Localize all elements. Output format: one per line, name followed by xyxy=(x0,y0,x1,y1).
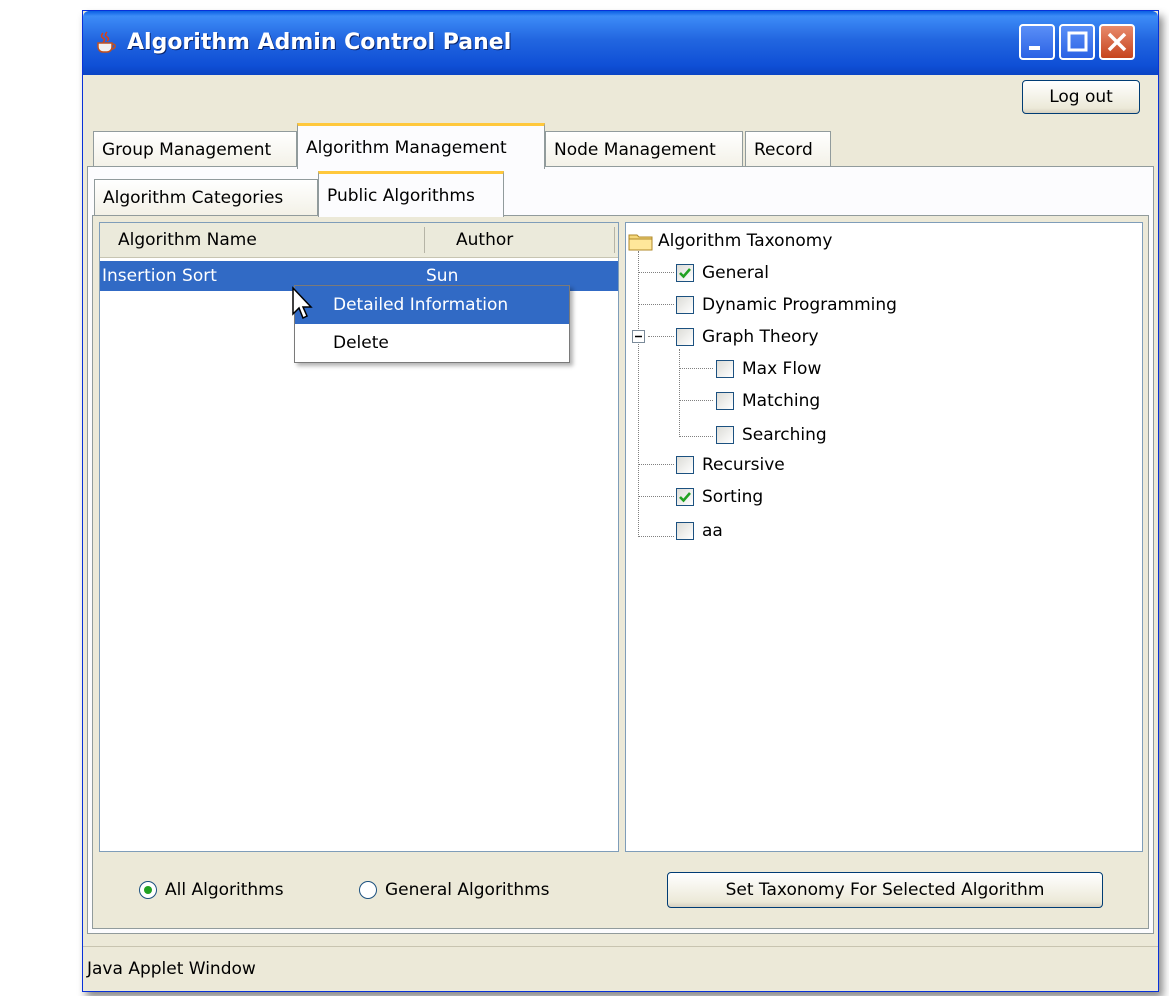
column-divider[interactable] xyxy=(614,227,615,253)
tree-node-label: Max Flow xyxy=(742,359,822,379)
tree-node-label: aa xyxy=(702,521,723,541)
tree-connector xyxy=(638,272,674,273)
checkbox-searching[interactable] xyxy=(716,426,734,444)
mouse-cursor-icon xyxy=(292,286,313,320)
title-bar[interactable]: Algorithm Admin Control Panel xyxy=(83,11,1158,75)
tab-label: Record xyxy=(754,139,813,160)
tree-node-graph-theory[interactable]: Graph Theory xyxy=(676,323,819,351)
tab-node-management[interactable]: Node Management xyxy=(545,131,743,167)
checkbox-max-flow[interactable] xyxy=(716,360,734,378)
tree-node-max-flow[interactable]: Max Flow xyxy=(716,355,821,383)
close-icon xyxy=(1107,32,1127,52)
radio-indicator[interactable] xyxy=(359,881,377,899)
window-title: Algorithm Admin Control Panel xyxy=(127,30,512,55)
column-header-name[interactable]: Algorithm Name xyxy=(118,223,257,257)
logout-label: Log out xyxy=(1049,87,1113,107)
tree-root-label: Algorithm Taxonomy xyxy=(658,231,833,251)
tree-node-recursive[interactable]: Recursive xyxy=(676,451,785,479)
tree-root[interactable]: Algorithm Taxonomy xyxy=(628,227,832,255)
tab-algorithm-categories[interactable]: Algorithm Categories xyxy=(94,179,318,215)
table-header: Algorithm Name Author xyxy=(100,223,618,258)
tree-node-label: Graph Theory xyxy=(702,327,819,347)
checkbox-aa[interactable] xyxy=(676,522,694,540)
tree-connector xyxy=(679,368,713,369)
tree-connector xyxy=(638,251,639,537)
tab-label: Public Algorithms xyxy=(327,185,475,206)
radio-indicator-selected[interactable] xyxy=(139,881,157,899)
checkbox-sorting[interactable] xyxy=(676,488,694,506)
tab-algorithm-management[interactable]: Algorithm Management xyxy=(297,123,545,169)
menu-bar: Log out xyxy=(83,75,1158,119)
algorithm-management-panel: Algorithm Categories Public Algorithms A… xyxy=(87,166,1154,934)
collapse-toggle-icon[interactable] xyxy=(632,330,645,343)
tab-public-algorithms[interactable]: Public Algorithms xyxy=(318,171,504,217)
radio-general-algorithms[interactable]: General Algorithms xyxy=(359,880,550,900)
menu-item-label: Detailed Information xyxy=(333,295,509,315)
tree-node-general[interactable]: General xyxy=(676,259,769,287)
tree-connector xyxy=(679,349,680,437)
tree-node-label: General xyxy=(702,263,769,283)
tree-node-dynamic-programming[interactable]: Dynamic Programming xyxy=(676,291,897,319)
menu-item-detailed-information[interactable]: Detailed Information xyxy=(295,286,569,324)
context-menu: Detailed Information Delete xyxy=(294,285,570,363)
tree-node-aa[interactable]: aa xyxy=(676,517,723,545)
tab-group-management[interactable]: Group Management xyxy=(93,131,297,167)
tab-label: Algorithm Management xyxy=(306,137,507,158)
tree-node-label: Matching xyxy=(742,391,821,411)
taxonomy-tree[interactable]: Algorithm Taxonomy General Dynamic Progr… xyxy=(625,222,1143,852)
tab-record[interactable]: Record xyxy=(745,131,831,167)
checkbox-recursive[interactable] xyxy=(676,456,694,474)
minimize-icon xyxy=(1029,46,1040,50)
logout-button[interactable]: Log out xyxy=(1022,80,1140,114)
tree-connector xyxy=(638,496,674,497)
checkmark-icon xyxy=(679,492,691,503)
tab-label: Node Management xyxy=(554,139,716,160)
tree-node-matching[interactable]: Matching xyxy=(716,387,820,415)
checkbox-graph-theory[interactable] xyxy=(676,328,694,346)
checkbox-matching[interactable] xyxy=(716,392,734,410)
close-button[interactable] xyxy=(1099,24,1135,60)
tree-connector xyxy=(648,336,674,337)
checkmark-icon xyxy=(679,268,691,279)
column-divider[interactable] xyxy=(424,227,425,253)
tree-node-sorting[interactable]: Sorting xyxy=(676,483,763,511)
folder-icon xyxy=(628,234,653,251)
tab-label: Group Management xyxy=(102,139,272,160)
tree-node-label: Sorting xyxy=(702,487,764,507)
radio-label: All Algorithms xyxy=(165,880,284,900)
tree-node-label: Dynamic Programming xyxy=(702,295,897,315)
maximize-icon xyxy=(1067,31,1088,52)
public-algorithms-panel: Algorithm Name Author Insertion Sort Sun xyxy=(92,215,1149,929)
checkbox-general[interactable] xyxy=(676,264,694,282)
set-taxonomy-label: Set Taxonomy For Selected Algorithm xyxy=(725,880,1045,900)
cell-author: Sun xyxy=(426,266,459,286)
tab-label: Algorithm Categories xyxy=(103,187,284,208)
radio-label: General Algorithms xyxy=(385,880,550,900)
tree-connector xyxy=(638,304,674,305)
minimize-button[interactable] xyxy=(1019,24,1055,60)
checkbox-dynamic-programming[interactable] xyxy=(676,296,694,314)
tree-node-label: Searching xyxy=(742,425,827,445)
tree-connector xyxy=(679,436,713,437)
cell-algorithm-name: Insertion Sort xyxy=(102,266,217,286)
tree-connector xyxy=(679,400,713,401)
java-cup-icon xyxy=(97,31,116,53)
set-taxonomy-button[interactable]: Set Taxonomy For Selected Algorithm xyxy=(667,872,1103,908)
menu-item-label: Delete xyxy=(333,333,389,353)
app-window: Algorithm Admin Control Panel Log out Gr… xyxy=(82,10,1159,992)
column-header-author[interactable]: Author xyxy=(456,223,513,257)
tree-node-label: Recursive xyxy=(702,455,785,475)
tree-connector xyxy=(638,536,674,537)
radio-all-algorithms[interactable]: All Algorithms xyxy=(139,880,284,900)
tree-node-searching[interactable]: Searching xyxy=(716,421,827,449)
status-text: Java Applet Window xyxy=(87,959,256,979)
status-bar: Java Applet Window xyxy=(83,946,1158,991)
menu-item-delete[interactable]: Delete xyxy=(295,324,569,362)
maximize-button[interactable] xyxy=(1059,24,1095,60)
tree-connector xyxy=(638,464,674,465)
